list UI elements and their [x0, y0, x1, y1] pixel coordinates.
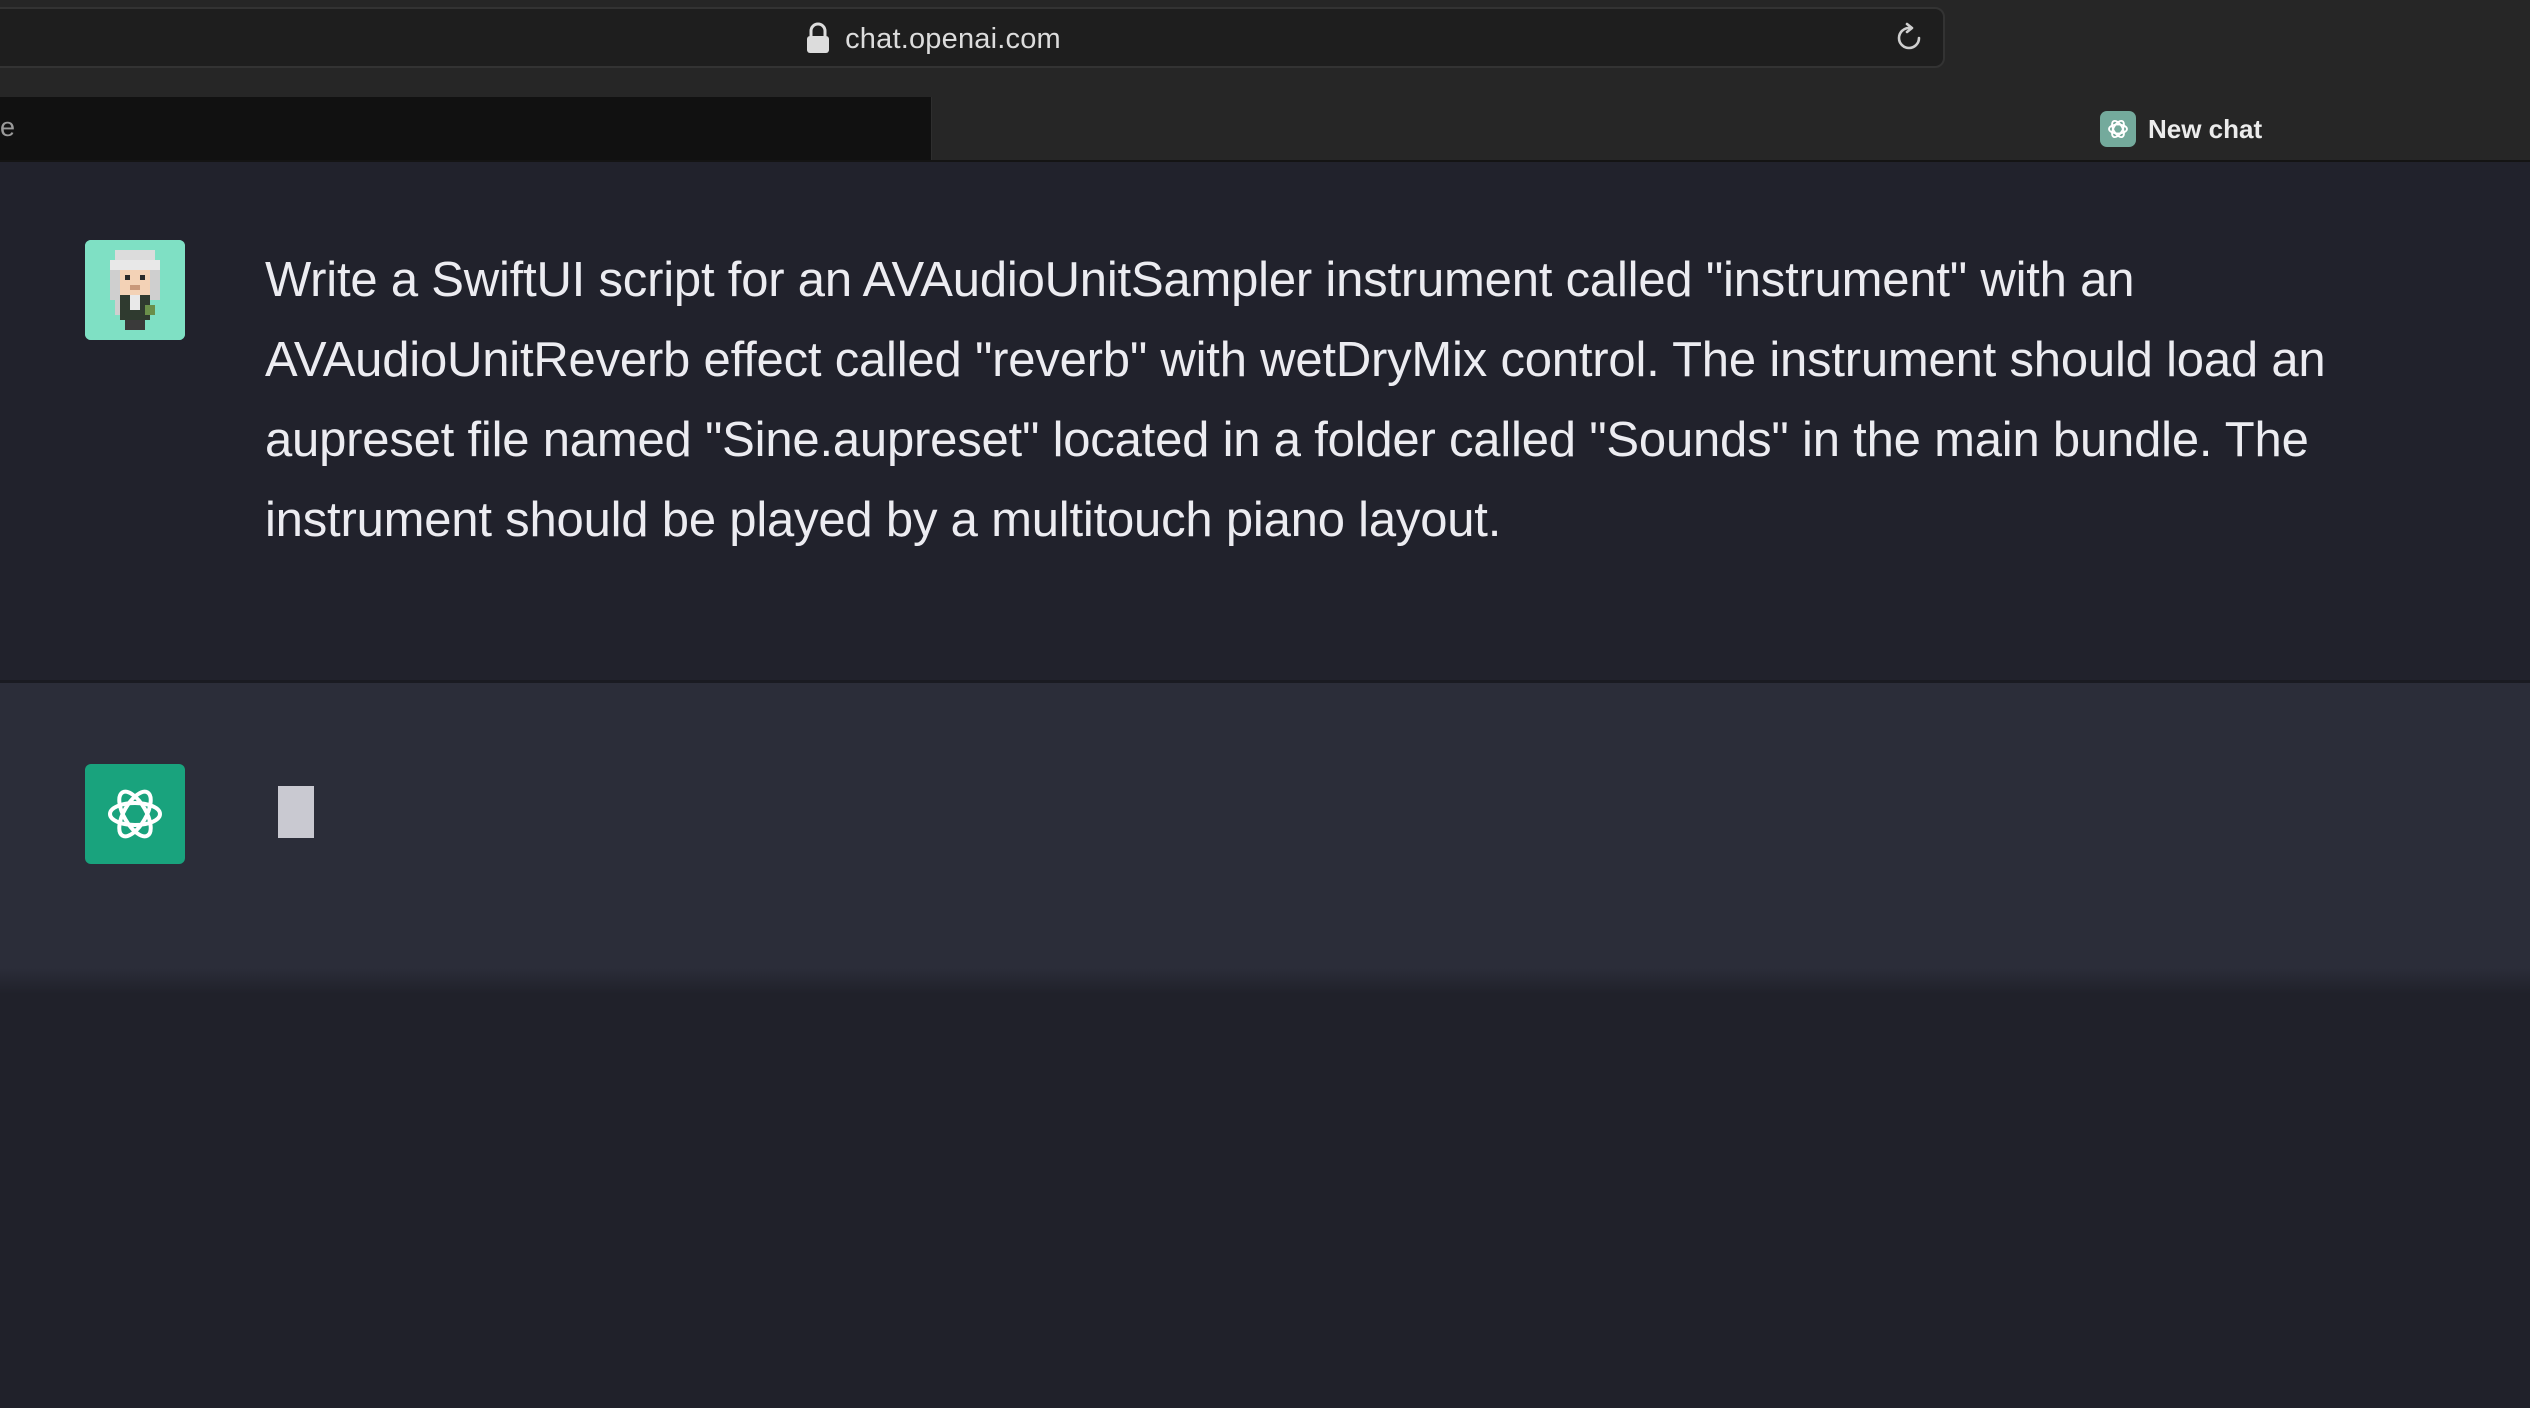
address-bar[interactable]: chat.openai.com [0, 7, 1945, 68]
user-message-text: Write a SwiftUI script for an AVAudioUni… [265, 253, 2326, 547]
user-avatar [85, 240, 185, 340]
url-text[interactable]: chat.openai.com [845, 23, 1061, 56]
assistant-message-row [0, 683, 2530, 978]
typing-cursor [278, 786, 314, 838]
tab-active[interactable]: New chat [932, 97, 2530, 161]
reload-icon[interactable] [1893, 22, 1925, 54]
assistant-row-shadow [0, 968, 2530, 994]
tab-inactive-label: e [0, 112, 16, 142]
openai-logo-icon [85, 764, 185, 864]
browser-toolbar: chat.openai.com e New chat [0, 0, 2530, 162]
tab-active-title: New chat [2148, 114, 2263, 144]
url-container: chat.openai.com [0, 9, 1872, 70]
tab-inactive[interactable]: e [0, 97, 932, 161]
lock-icon [807, 22, 830, 53]
chatgpt-favicon-icon [2100, 111, 2136, 147]
